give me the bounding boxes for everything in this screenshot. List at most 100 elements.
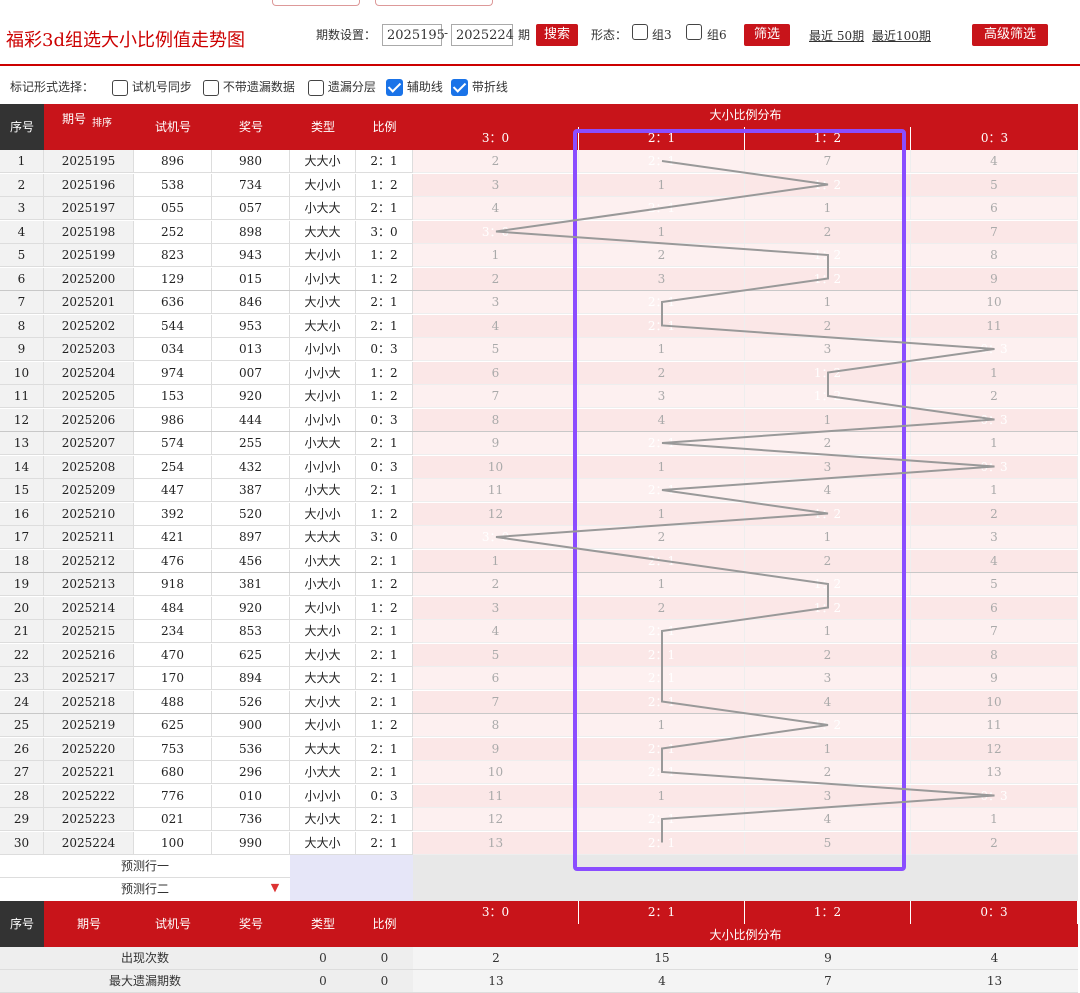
seq-cell: 4	[0, 220, 44, 244]
dist-miss-cell: 1	[745, 408, 911, 432]
trial-cell: 153	[134, 385, 212, 408]
type-cell: 大小小	[290, 714, 356, 737]
dist-miss-cell: 11	[413, 784, 579, 808]
type-cell: 小大小	[290, 573, 356, 596]
ratio-cell: 2：1	[356, 432, 413, 455]
prediction-area-1	[413, 855, 1078, 878]
dist-miss-cell: 7	[413, 690, 579, 714]
type-cell: 大大小	[290, 620, 356, 643]
dist-hit-cell: 2：1	[579, 197, 745, 220]
end-period-input[interactable]: 2025224	[451, 24, 514, 46]
appear-count-value: 4	[911, 947, 1078, 970]
ratio-cell: 2：1	[356, 197, 413, 220]
appear-type: 0	[290, 947, 356, 970]
period-cell: 2025211	[44, 526, 134, 549]
ratio-cell: 1：2	[356, 244, 413, 267]
max-miss-ratio: 0	[356, 970, 413, 993]
seq-cell: 20	[0, 596, 44, 620]
dist-hit-cell: 2：1	[579, 690, 745, 714]
dist-col-header: 2：1	[579, 127, 745, 150]
start-period-input[interactable]: 2025195	[382, 24, 445, 46]
dist-miss-cell: 2	[579, 361, 745, 385]
top-tab-stub[interactable]	[375, 0, 493, 6]
col-period-header[interactable]: 期号 排序	[44, 104, 134, 150]
dist-hit-cell: 1：2	[745, 173, 911, 197]
seq-cell: 3	[0, 197, 44, 220]
col-trial-header: 试机号	[134, 104, 212, 150]
prediction-input-1	[290, 855, 413, 878]
prize-cell: 898	[212, 220, 290, 244]
ratio-cell: 2：1	[356, 549, 413, 573]
ratio-cell: 2：1	[356, 690, 413, 714]
option-polyline[interactable]: 带折线	[451, 74, 508, 100]
type-cell: 大大小	[290, 150, 356, 173]
ratio-cell: 1：2	[356, 502, 413, 526]
dist-hit-cell: 1：2	[745, 502, 911, 526]
type-cell: 大小小	[290, 244, 356, 267]
trial-cell: 753	[134, 737, 212, 761]
dist-miss-cell: 8	[911, 643, 1078, 667]
col-type-header: 类型	[290, 104, 356, 150]
footer-dist-col-header: 3：0	[413, 901, 579, 924]
dist-miss-cell: 4	[579, 408, 745, 432]
prize-cell: 015	[212, 267, 290, 291]
recent-50-link[interactable]: 最近 50期	[809, 27, 864, 44]
ratio-cell: 3：0	[356, 526, 413, 549]
dist-miss-cell: 5	[911, 173, 1078, 197]
dist-miss-cell: 4	[911, 150, 1078, 173]
dist-hit-cell: 1：2	[745, 385, 911, 408]
trial-cell: 055	[134, 197, 212, 220]
advanced-filter-button[interactable]: 高级筛选	[972, 24, 1048, 46]
search-button[interactable]: 搜索	[536, 24, 578, 46]
type-cell: 大大大	[290, 737, 356, 761]
ratio-cell: 0：3	[356, 455, 413, 479]
max-miss-value: 7	[745, 970, 911, 993]
dist-miss-cell: 7	[911, 620, 1078, 643]
prize-cell: 536	[212, 737, 290, 761]
dist-hit-cell: 2：1	[579, 432, 745, 455]
footer-type-header: 类型	[290, 901, 356, 947]
group3-checkbox[interactable]	[632, 24, 648, 40]
down-arrow-icon: ▼	[270, 881, 280, 894]
dist-miss-cell: 8	[911, 244, 1078, 267]
seq-cell: 8	[0, 314, 44, 338]
dist-hit-cell: 2：1	[579, 761, 745, 784]
option-no-miss-data[interactable]: 不带遗漏数据	[203, 74, 295, 100]
ratio-cell: 1：2	[356, 267, 413, 291]
prize-cell: 520	[212, 502, 290, 526]
seq-cell: 9	[0, 338, 44, 361]
dist-miss-cell: 1	[911, 479, 1078, 502]
prize-cell: 444	[212, 408, 290, 432]
dist-miss-cell: 1	[745, 197, 911, 220]
option-aux-line[interactable]: 辅助线	[386, 74, 443, 100]
prize-cell: 387	[212, 479, 290, 502]
dist-hit-cell: 1：2	[745, 267, 911, 291]
dist-hit-cell: 0：3	[911, 784, 1078, 808]
dist-miss-cell: 1	[911, 432, 1078, 455]
prize-cell: 980	[212, 150, 290, 173]
type-cell: 大小小	[290, 596, 356, 620]
group6-checkbox[interactable]	[686, 24, 702, 40]
type-cell: 大大大	[290, 667, 356, 690]
dist-miss-cell: 11	[911, 314, 1078, 338]
filter-button[interactable]: 筛选	[744, 24, 790, 46]
type-cell: 小小大	[290, 361, 356, 385]
top-tab-stub[interactable]	[272, 0, 360, 6]
type-cell: 大小小	[290, 385, 356, 408]
dist-miss-cell: 2	[745, 220, 911, 244]
prize-cell: 526	[212, 690, 290, 714]
dist-miss-cell: 10	[911, 291, 1078, 314]
dist-miss-cell: 5	[745, 831, 911, 855]
max-miss-value: 13	[413, 970, 579, 993]
dist-hit-cell: 0：3	[911, 455, 1078, 479]
recent-100-link[interactable]: 最近100期	[872, 27, 931, 44]
trial-cell: 100	[134, 831, 212, 855]
dist-miss-cell: 2	[579, 244, 745, 267]
dist-hit-cell: 2：1	[579, 314, 745, 338]
sort-button[interactable]: 排序	[92, 114, 112, 129]
dist-hit-cell: 2：1	[579, 831, 745, 855]
option-trial-sync[interactable]: 试机号同步	[112, 74, 192, 100]
trial-cell: 392	[134, 502, 212, 526]
trial-cell: 034	[134, 338, 212, 361]
option-miss-layer[interactable]: 遗漏分层	[308, 74, 376, 100]
